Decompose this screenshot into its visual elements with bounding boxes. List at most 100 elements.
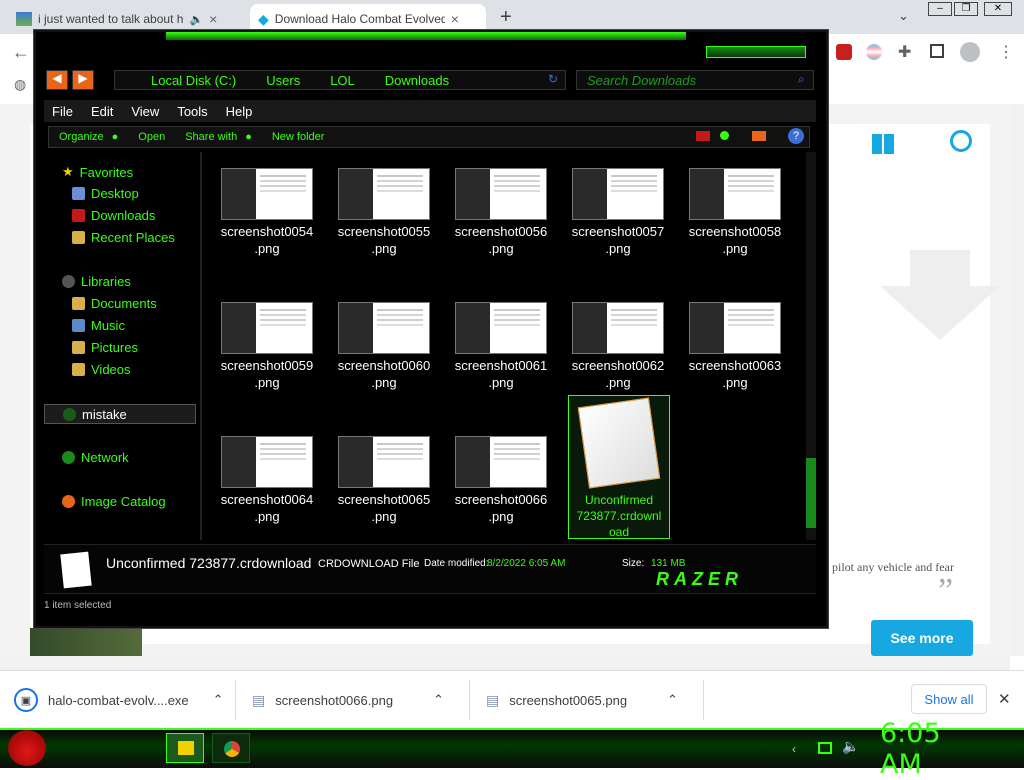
- breadcrumb-downloads[interactable]: Downloads: [385, 73, 449, 88]
- image-thumbnail: [572, 302, 664, 354]
- tab-close-icon[interactable]: ×: [209, 11, 217, 27]
- nav-desktop[interactable]: Desktop: [72, 186, 139, 201]
- forward-button[interactable]: ▶: [72, 70, 94, 90]
- nav-network[interactable]: Network: [62, 450, 129, 465]
- taskbar-explorer-button[interactable]: [166, 733, 204, 763]
- music-icon: [72, 319, 85, 332]
- puzzle-icon[interactable]: ✚: [898, 42, 911, 62]
- download-item-screenshot0065[interactable]: ▤ screenshot0065.png ⌃: [472, 680, 704, 720]
- minimize-button[interactable]: –: [928, 2, 952, 16]
- close-downloads-bar-icon[interactable]: ✕: [998, 690, 1011, 708]
- breadcrumb-users[interactable]: Users: [266, 73, 300, 88]
- chevron-up-icon[interactable]: ⌃: [667, 692, 678, 708]
- address-bar[interactable]: Local Disk (C:) Users LOL Downloads: [114, 70, 566, 90]
- thumbnail-dark-panel: [456, 437, 490, 487]
- see-more-button[interactable]: See more: [871, 620, 973, 656]
- nav-image-catalog[interactable]: Image Catalog: [62, 494, 166, 509]
- refresh-icon[interactable]: ↻: [548, 72, 558, 86]
- close-window-button[interactable]: ✕: [984, 2, 1012, 16]
- menu-tools[interactable]: Tools: [177, 104, 207, 119]
- image-thumbnail: [221, 436, 313, 488]
- nav-favorites[interactable]: ★ Favorites: [62, 164, 133, 180]
- show-all-button[interactable]: Show all: [911, 684, 987, 714]
- videos-icon: [72, 363, 85, 376]
- tray-monitor-icon[interactable]: [818, 742, 832, 754]
- help-icon[interactable]: ?: [788, 128, 804, 144]
- nav-videos[interactable]: Videos: [72, 362, 131, 377]
- back-button[interactable]: ◀: [46, 70, 68, 90]
- search-downloads-input[interactable]: Search Downloads: [576, 70, 814, 90]
- page-horizontal-scrollbar[interactable]: [0, 656, 1010, 670]
- taskbar-chrome-button[interactable]: [212, 733, 250, 763]
- nav-pictures[interactable]: Pictures: [72, 340, 138, 355]
- speaker-icon[interactable]: 🔈: [189, 13, 203, 26]
- start-button-angry-bird-icon[interactable]: [8, 730, 46, 766]
- file-item[interactable]: screenshot0062 .png: [563, 302, 673, 392]
- file-item[interactable]: screenshot0063 .png: [680, 302, 790, 392]
- file-item[interactable]: screenshot0060 .png: [329, 302, 439, 392]
- file-name-line: screenshot0063: [688, 358, 782, 373]
- menu-view[interactable]: View: [131, 104, 159, 119]
- file-item[interactable]: screenshot0064 .png: [212, 436, 322, 526]
- new-tab-button[interactable]: +: [500, 6, 512, 29]
- nav-mistake[interactable]: mistake: [44, 404, 196, 424]
- breadcrumb-local-disk[interactable]: Local Disk (C:): [151, 73, 236, 88]
- quote-mark-icon: ”: [938, 572, 954, 609]
- downloads-folder-icon: [72, 209, 85, 222]
- more-menu-icon[interactable]: ⋮: [998, 42, 1014, 62]
- chevron-up-icon[interactable]: ⌃: [433, 692, 444, 708]
- menu-file[interactable]: File: [52, 104, 73, 119]
- navigation-pane: ★ Favorites Desktop Downloads Recent Plac…: [44, 152, 202, 540]
- file-item[interactable]: screenshot0065 .png: [329, 436, 439, 526]
- tray-chevron-icon[interactable]: ‹: [792, 742, 796, 756]
- new-folder-button[interactable]: New folder: [272, 131, 325, 143]
- file-item[interactable]: screenshot0058 .png: [680, 168, 790, 258]
- nav-libraries[interactable]: Libraries: [62, 274, 131, 289]
- profile-avatar[interactable]: [960, 42, 980, 62]
- file-item[interactable]: screenshot0059 .png: [212, 302, 322, 392]
- file-item[interactable]: screenshot0054 .png: [212, 168, 322, 258]
- tab-search-chevron-icon[interactable]: ⌄: [898, 8, 909, 24]
- nav-recent-places[interactable]: Recent Places: [72, 230, 175, 245]
- chevron-up-icon[interactable]: ⌃: [213, 692, 224, 708]
- extension-flag-icon[interactable]: [866, 44, 882, 60]
- share-with-button[interactable]: Share with: [185, 131, 237, 143]
- preview-icon[interactable]: [720, 131, 729, 140]
- organize-button[interactable]: Organize: [59, 131, 104, 143]
- file-item[interactable]: screenshot0061 .png: [446, 302, 556, 392]
- page-vertical-scrollbar[interactable]: [1010, 104, 1024, 656]
- restore-button[interactable]: ❐: [954, 2, 978, 16]
- explorer-scrollbar[interactable]: [806, 152, 816, 540]
- file-item[interactable]: screenshot0056 .png: [446, 168, 556, 258]
- file-item[interactable]: screenshot0055 .png: [329, 168, 439, 258]
- image-thumbnail: [338, 168, 430, 220]
- file-item[interactable]: screenshot0057 .png: [563, 168, 673, 258]
- search-icon[interactable]: [950, 130, 972, 152]
- nav-music[interactable]: Music: [72, 318, 125, 333]
- download-item-halo[interactable]: ▣ halo-combat-evolv....exe ⌃: [0, 680, 236, 720]
- menu-edit[interactable]: Edit: [91, 104, 113, 119]
- back-arrow-icon[interactable]: ←: [12, 42, 30, 63]
- pane-divider[interactable]: [200, 152, 202, 540]
- menu-help[interactable]: Help: [226, 104, 253, 119]
- taskbar-clock[interactable]: 6:05 AM: [880, 718, 990, 780]
- window-controls[interactable]: [706, 46, 806, 58]
- search-magnifier-icon[interactable]: ⌕: [798, 72, 805, 87]
- download-item-screenshot0066[interactable]: ▤ screenshot0066.png ⌃: [238, 680, 470, 720]
- tab-close-icon[interactable]: ×: [451, 11, 459, 27]
- windows-logo-icon[interactable]: [872, 134, 894, 154]
- view-icon[interactable]: [696, 131, 710, 141]
- file-item[interactable]: screenshot0066 .png: [446, 436, 556, 526]
- pane-icon[interactable]: [752, 131, 766, 141]
- file-item-selected[interactable]: Unconfirmed 723877.crdownl oad: [568, 395, 670, 539]
- nav-downloads[interactable]: Downloads: [72, 208, 155, 223]
- extension-shield-icon[interactable]: [836, 44, 852, 60]
- thumbnail-text-lines: [377, 309, 423, 311]
- breadcrumb-lol[interactable]: LOL: [330, 73, 355, 88]
- nav-documents[interactable]: Documents: [72, 296, 157, 311]
- libraries-icon: [62, 275, 75, 288]
- tray-volume-icon[interactable]: 🔈: [842, 738, 859, 755]
- side-panel-icon[interactable]: [930, 44, 944, 58]
- open-button[interactable]: Open: [138, 131, 165, 143]
- scroll-thumb[interactable]: [806, 458, 816, 528]
